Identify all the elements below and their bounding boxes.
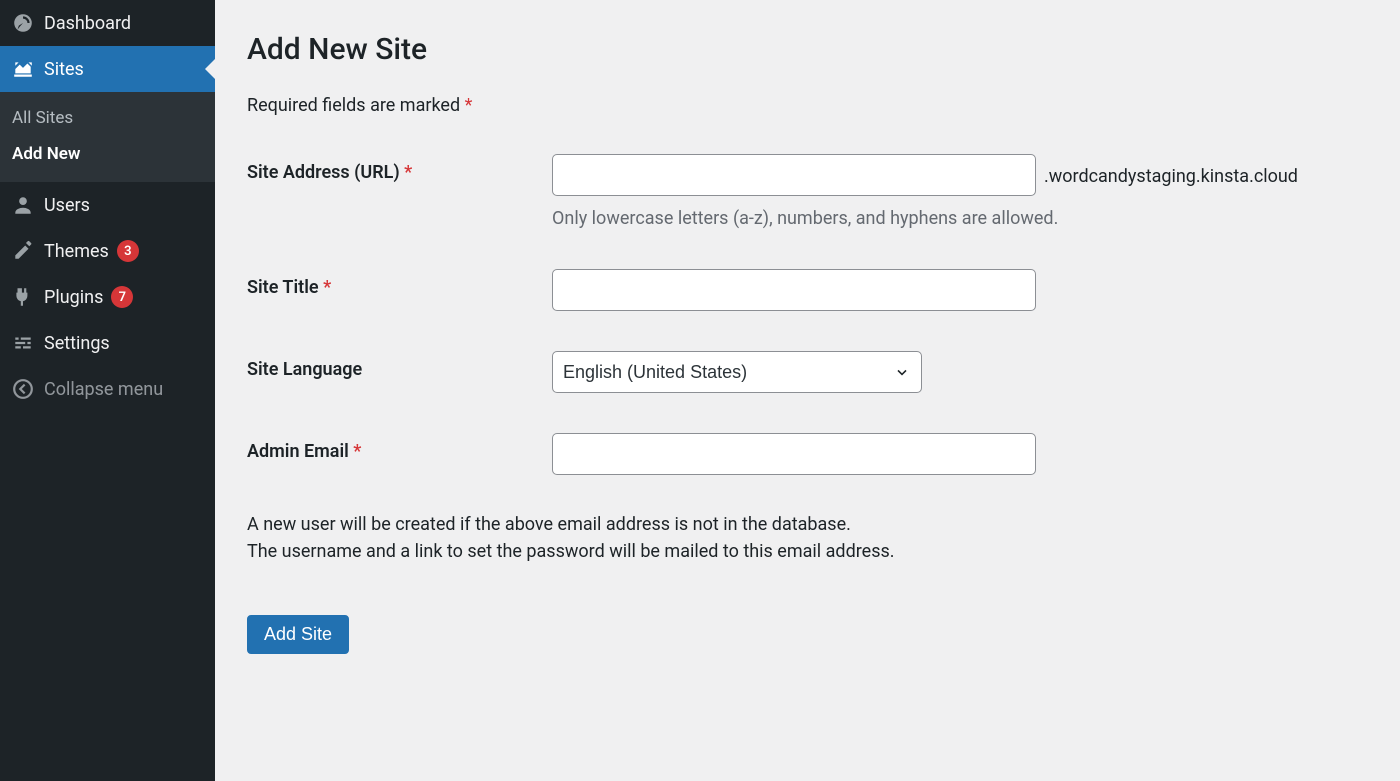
required-fields-note: Required fields are marked * — [247, 95, 1368, 116]
label-admin-email: Admin Email * — [247, 433, 552, 462]
site-language-select[interactable]: English (United States) — [552, 351, 922, 393]
sidebar-submenu-sites: All Sites Add New — [0, 92, 215, 182]
plugins-icon — [12, 286, 38, 308]
themes-icon — [12, 240, 38, 262]
sidebar-subitem-add-new[interactable]: Add New — [0, 136, 215, 172]
sidebar-item-label: Users — [44, 195, 90, 216]
sidebar-item-label: Settings — [44, 333, 110, 354]
row-site-address: Site Address (URL) * .wordcandystaging.k… — [247, 154, 1368, 229]
sidebar-item-themes[interactable]: Themes 3 — [0, 228, 215, 274]
admin-email-description: A new user will be created if the above … — [247, 511, 1368, 565]
admin-sidebar: Dashboard Sites All Sites Add New Users … — [0, 0, 215, 781]
site-address-input[interactable] — [552, 154, 1036, 196]
sidebar-item-plugins[interactable]: Plugins 7 — [0, 274, 215, 320]
sidebar-item-label: Plugins — [44, 287, 103, 308]
required-asterisk: * — [353, 441, 361, 462]
dashboard-icon — [12, 12, 38, 34]
sidebar-item-settings[interactable]: Settings — [0, 320, 215, 366]
plugins-update-badge: 7 — [111, 286, 133, 308]
label-text: Admin Email — [247, 441, 349, 462]
sidebar-item-sites[interactable]: Sites — [0, 46, 215, 92]
sidebar-item-label: Dashboard — [44, 13, 131, 34]
label-site-language: Site Language — [247, 351, 552, 380]
admin-email-input[interactable] — [552, 433, 1036, 475]
site-title-input[interactable] — [552, 269, 1036, 311]
sidebar-item-dashboard[interactable]: Dashboard — [0, 0, 215, 46]
required-asterisk: * — [465, 95, 473, 116]
label-text: Site Address (URL) — [247, 162, 400, 183]
label-site-address: Site Address (URL) * — [247, 154, 552, 183]
row-admin-email: Admin Email * — [247, 433, 1368, 475]
label-text: Site Title — [247, 277, 319, 298]
required-note-text: Required fields are marked — [247, 95, 460, 116]
required-asterisk: * — [323, 277, 331, 298]
label-site-title: Site Title * — [247, 269, 552, 298]
collapse-icon — [12, 378, 38, 400]
site-address-suffix: .wordcandystaging.kinsta.cloud — [1044, 166, 1298, 187]
row-site-language: Site Language English (United States) — [247, 351, 1368, 393]
site-address-help: Only lowercase letters (a-z), numbers, a… — [552, 208, 1368, 229]
sites-icon — [12, 58, 38, 80]
sidebar-subitem-all-sites[interactable]: All Sites — [0, 100, 215, 136]
row-site-title: Site Title * — [247, 269, 1368, 311]
sidebar-item-label: Themes — [44, 241, 109, 262]
main-content: Add New Site Required fields are marked … — [215, 0, 1400, 781]
label-text: Site Language — [247, 359, 362, 380]
sidebar-item-collapse[interactable]: Collapse menu — [0, 366, 215, 412]
description-line1: A new user will be created if the above … — [247, 514, 851, 535]
description-line2: The username and a link to set the passw… — [247, 541, 895, 562]
themes-update-badge: 3 — [117, 240, 139, 262]
sidebar-item-label: Collapse menu — [44, 379, 163, 400]
users-icon — [12, 194, 38, 216]
required-asterisk: * — [404, 162, 412, 183]
settings-icon — [12, 332, 38, 354]
add-site-button[interactable]: Add Site — [247, 615, 349, 654]
sidebar-item-users[interactable]: Users — [0, 182, 215, 228]
page-title: Add New Site — [247, 32, 1368, 67]
sidebar-item-label: Sites — [44, 59, 84, 80]
